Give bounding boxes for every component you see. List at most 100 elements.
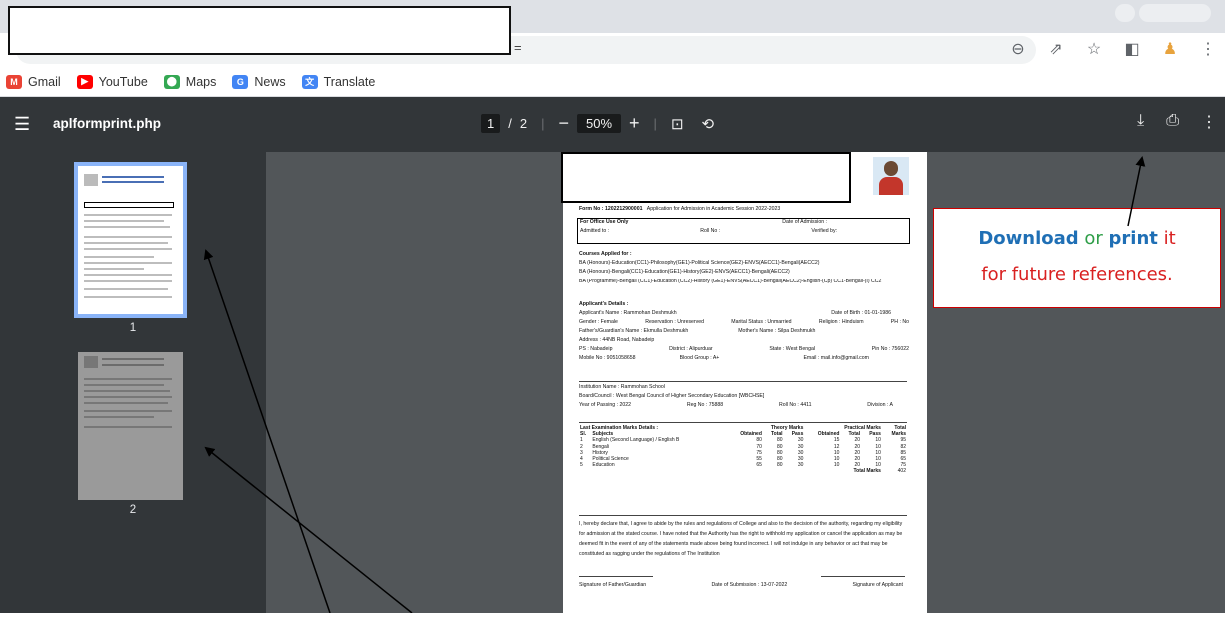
thumbnail-label: 2 bbox=[129, 504, 137, 516]
course-line: BA (Honours)-Education(CC1)-Philosophy(G… bbox=[579, 259, 820, 266]
admitted-to: Admitted to : bbox=[580, 227, 610, 234]
pdf-filename: aplformprint.php bbox=[53, 116, 161, 131]
bookmark-maps[interactable]: ⬤ Maps bbox=[163, 74, 217, 89]
sidebar-icon[interactable]: ◧ bbox=[1123, 39, 1141, 59]
window-controls bbox=[1115, 4, 1211, 22]
course-line: BA (Honours)-Bengali(CC1)-Education(GE1)… bbox=[579, 268, 790, 275]
annotation-callout: Download or print it for future referenc… bbox=[933, 208, 1221, 308]
extension-icon[interactable]: ♟ bbox=[1161, 39, 1179, 59]
callout-line2: for future references. bbox=[981, 264, 1173, 285]
marital: Marital Status : Unmarried bbox=[731, 318, 792, 325]
more-options-icon[interactable]: ⋮ bbox=[1201, 112, 1217, 132]
news-icon: G bbox=[232, 74, 249, 89]
course-line: BA (Programme)-Bengali (CC1)-Education (… bbox=[579, 278, 882, 284]
menu-dots-icon[interactable]: ⋮ bbox=[1199, 39, 1217, 59]
bookmark-gmail[interactable]: M Gmail bbox=[6, 74, 61, 89]
zoom-icon[interactable]: ⊖ bbox=[1009, 39, 1027, 59]
applicant-photo bbox=[873, 157, 909, 195]
bookmark-label: YouTube bbox=[98, 74, 148, 89]
rotate-icon[interactable]: ⟲ bbox=[702, 115, 715, 133]
roll-no: Roll No : bbox=[700, 227, 721, 234]
star-icon[interactable]: ☆ bbox=[1085, 39, 1103, 59]
bookmark-news[interactable]: G News bbox=[232, 74, 286, 89]
ph: PH : No bbox=[890, 318, 909, 325]
bookmarks-bar: M Gmail ▶ YouTube ⬤ Maps G News 文 Transl… bbox=[0, 67, 1225, 97]
divider bbox=[579, 515, 907, 516]
pdf-page: Form No : 1202212900001 Application for … bbox=[561, 152, 927, 622]
zoom-input[interactable]: 50% bbox=[577, 114, 622, 133]
institution: Institution Name : Rammohan School bbox=[579, 384, 665, 390]
state: State : West Bengal bbox=[769, 345, 816, 352]
ps: PS : Nabadeip bbox=[579, 345, 613, 352]
gender: Gender : Female bbox=[579, 318, 618, 325]
menu-icon[interactable]: ☰ bbox=[14, 114, 30, 135]
fit-page-icon[interactable]: ⊡ bbox=[671, 115, 684, 133]
district: District : Alipurduar bbox=[669, 345, 713, 352]
zoom-in-button[interactable]: + bbox=[629, 113, 640, 134]
mother-name: Mother's Name : Silpa Deshmukh bbox=[738, 327, 816, 334]
divider bbox=[579, 381, 907, 382]
maps-icon: ⬤ bbox=[163, 74, 180, 89]
bookmark-label: Translate bbox=[323, 74, 376, 89]
thumbnail-label: 1 bbox=[129, 322, 137, 334]
divider bbox=[579, 422, 907, 423]
marks-table: Last Examination Marks Details : Theory … bbox=[579, 425, 907, 475]
mobile: Mobile No : 9051058658 bbox=[579, 354, 636, 361]
callout-word: Download bbox=[978, 228, 1079, 249]
share-icon[interactable]: ⇗ bbox=[1047, 39, 1065, 59]
page-total: 2 bbox=[519, 116, 528, 131]
declaration: I, hereby declare that, I agree to abide… bbox=[579, 521, 903, 557]
redacted-header bbox=[561, 152, 851, 203]
email: Email : mail.info@gmail.com bbox=[803, 354, 869, 361]
blood-group: Blood Group : A+ bbox=[679, 354, 720, 361]
form-no-label: Form No : bbox=[579, 206, 604, 212]
bookmark-label: News bbox=[254, 74, 286, 89]
applicant-name: Applicant's Name : Rammohan Deshmukh bbox=[579, 309, 677, 316]
total-marks: 402 bbox=[897, 468, 906, 475]
bookmark-label: Gmail bbox=[28, 74, 61, 89]
youtube-icon: ▶ bbox=[76, 74, 93, 89]
redacted-box bbox=[8, 6, 511, 55]
applicant-details-title: Applicant's Details : bbox=[579, 301, 629, 307]
year-passing: Year of Passing : 2022 bbox=[579, 401, 632, 408]
callout-word: print bbox=[1108, 228, 1158, 249]
signature-line bbox=[579, 576, 653, 577]
profile-badge[interactable] bbox=[1139, 4, 1211, 22]
page-thumbnail-1[interactable] bbox=[74, 162, 187, 318]
download-icon[interactable]: ⤓ bbox=[1137, 112, 1144, 132]
bookmark-youtube[interactable]: ▶ YouTube bbox=[76, 74, 148, 89]
form-no: 1202212900001 bbox=[604, 206, 643, 212]
page-thumbnail-2[interactable] bbox=[78, 352, 183, 500]
office-title: For Office Use Only bbox=[580, 219, 629, 225]
date-admission: Date of Admission : bbox=[782, 219, 827, 225]
roll: Roll No : 4411 bbox=[778, 401, 812, 408]
divider: | bbox=[653, 116, 657, 131]
tab-search-icon[interactable] bbox=[1115, 4, 1135, 22]
verified-by: Verified by: bbox=[811, 227, 837, 234]
pdf-toolbar: ☰ aplformprint.php 1 / 2 | − 50% + | ⊡ ⟲… bbox=[0, 97, 1225, 152]
pin: Pin No : 756022 bbox=[871, 345, 909, 352]
religion: Religion : Hinduism bbox=[818, 318, 864, 325]
total-marks-label: Total Marks bbox=[853, 468, 881, 475]
board: Board/Council : West Bengal Council of H… bbox=[579, 392, 765, 399]
form-heading: Application for Admission in Academic Se… bbox=[646, 206, 781, 212]
bookmark-translate[interactable]: 文 Translate bbox=[301, 74, 376, 89]
sig-guardian: Signature of Father/Guardian bbox=[579, 582, 647, 588]
thumbnail-sidebar: 1 2 bbox=[0, 152, 266, 613]
gmail-icon: M bbox=[6, 74, 22, 89]
print-icon[interactable]: ⎙ bbox=[1166, 112, 1179, 132]
reg-no: Reg No : 75888 bbox=[686, 401, 724, 408]
division: Division : A bbox=[867, 401, 893, 408]
callout-word: or bbox=[1084, 228, 1103, 249]
address: Address : 44NB Road, Nabadeip bbox=[579, 336, 655, 343]
translate-icon: 文 bbox=[301, 74, 318, 89]
sig-applicant: Signature of Applicant bbox=[852, 582, 903, 588]
bookmark-label: Maps bbox=[185, 74, 217, 89]
date-submission: Date of Submission : 13-07-2022 bbox=[711, 582, 788, 588]
father-name: Father's/Guardian's Name : Ekmulla Deshm… bbox=[579, 327, 689, 334]
callout-word: it bbox=[1163, 228, 1176, 249]
page-number-input[interactable]: 1 bbox=[481, 114, 501, 133]
courses-title: Courses Applied for : bbox=[579, 251, 632, 257]
zoom-out-button[interactable]: − bbox=[558, 113, 569, 134]
reservation: Reservation : Unreserved bbox=[645, 318, 705, 325]
